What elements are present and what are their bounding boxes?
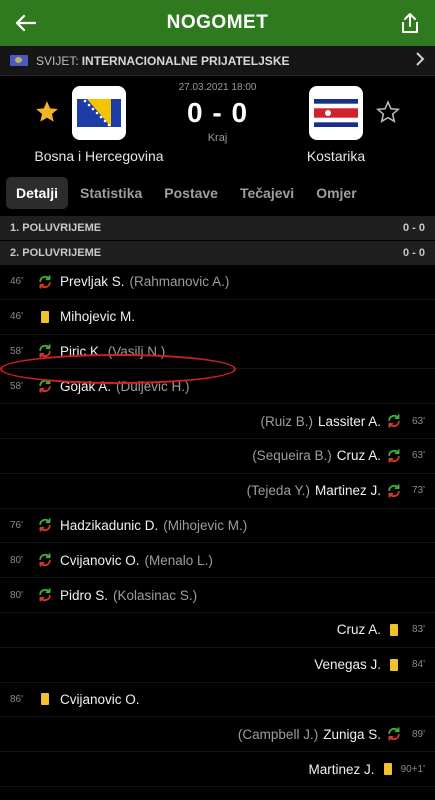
substitution-icon <box>38 275 52 289</box>
event-row[interactable]: (Ruiz B.) Lassiter A. 63' <box>0 404 435 439</box>
home-team-name: Bosna i Hercegovina <box>34 148 164 164</box>
event-minute: 63' <box>411 450 425 462</box>
event-row[interactable]: Cruz A. 83' <box>0 613 435 648</box>
tab-tecajevi[interactable]: Tečajevi <box>230 177 304 209</box>
event-player[interactable]: Mihojevic M. <box>60 309 135 324</box>
favorite-star-outline-icon[interactable] <box>375 99 401 130</box>
event-player[interactable]: Lassiter A. <box>318 414 381 429</box>
event-row[interactable]: 46' Mihojevic M. <box>0 300 435 335</box>
world-flag-icon <box>10 55 28 66</box>
substitution-icon <box>387 449 401 463</box>
event-player-out: (Kolasinac S.) <box>113 587 198 603</box>
event-minute: 90+1' <box>400 763 425 775</box>
chevron-right-icon <box>415 52 425 69</box>
substitution-icon <box>38 518 52 533</box>
first-half-header: 1. POLUVRIJEME 0 - 0 <box>0 216 435 240</box>
event-player[interactable]: Hadzikadunic D. <box>60 518 158 533</box>
second-half-score: 0 - 0 <box>402 247 425 259</box>
event-minute: 46' <box>10 311 24 323</box>
tab-detalji[interactable]: Detalji <box>6 177 69 209</box>
event-player[interactable]: Venegas J. <box>314 657 381 672</box>
league-row[interactable]: SVIJET: INTERNACIONALNE PRIJATELJSKE <box>0 46 435 76</box>
back-arrow-icon[interactable] <box>12 10 38 36</box>
event-player-out: (Mihojevic M.) <box>163 517 248 533</box>
event-row[interactable]: 76' Hadzikadunic D. (Mihojevic M.) <box>0 509 435 544</box>
event-minute: 86' <box>10 693 24 705</box>
event-row[interactable]: Venegas J. 84' <box>0 648 435 683</box>
tab-bar: Detalji Statistika Postave Tečajevi Omje… <box>0 171 435 215</box>
substitution-icon <box>387 414 401 428</box>
yellow-card-icon <box>387 658 401 672</box>
substitution-icon <box>387 483 401 498</box>
event-minute: 80' <box>10 589 24 601</box>
yellow-card-shape <box>383 763 392 776</box>
event-player[interactable]: Zuniga S. <box>323 727 381 742</box>
yellow-card-shape <box>390 623 398 636</box>
event-row[interactable]: 46' Prevljak S. (Rahmanovic A.) <box>0 265 435 300</box>
event-player-out: (Sequeira B.) <box>252 448 332 464</box>
yellow-card-shape <box>41 310 49 323</box>
substitution-icon <box>38 379 52 393</box>
event-player-out: (Ruiz B.) <box>260 413 313 429</box>
event-player-out: (Rahmanovic A.) <box>129 274 230 290</box>
event-row[interactable]: 80' Cvijanovic O. (Menalo L.) <box>0 543 435 579</box>
first-half-label: 1. POLUVRIJEME <box>10 222 102 234</box>
yellow-card-shape <box>41 693 49 706</box>
costa-rica-flag-icon <box>309 86 363 140</box>
event-row[interactable]: (Campbell J.) Zuniga S. 89' <box>0 717 435 753</box>
match-header: Bosna i Hercegovina 27.03.2021 18:00 0 -… <box>0 76 435 171</box>
tab-postave[interactable]: Postave <box>154 177 228 209</box>
home-team[interactable]: Bosna i Hercegovina <box>24 86 174 164</box>
tab-statistika[interactable]: Statistika <box>70 177 152 209</box>
page-title: NOGOMET <box>166 12 269 33</box>
substitution-icon <box>38 588 52 602</box>
event-minute: 63' <box>411 415 425 427</box>
event-player[interactable]: Pidro S. <box>60 588 108 603</box>
tab-omjer[interactable]: Omjer <box>306 177 366 209</box>
first-half-score: 0 - 0 <box>402 222 425 234</box>
share-icon[interactable] <box>397 10 423 36</box>
highlight-ellipse <box>0 354 236 384</box>
event-player[interactable]: Cvijanovic O. <box>60 692 140 707</box>
event-row[interactable]: (Tejeda Y.) Martinez J. 73' <box>0 474 435 509</box>
event-minute: 89' <box>411 728 425 740</box>
second-half-header: 2. POLUVRIJEME 0 - 0 <box>0 241 435 265</box>
event-player[interactable]: Cruz A. <box>337 448 381 463</box>
event-row[interactable]: Martinez J. 90+1' <box>0 752 435 787</box>
yellow-card-icon <box>381 762 395 776</box>
event-row[interactable]: (Sequeira B.) Cruz A. 63' <box>0 439 435 474</box>
event-list: 46' Prevljak S. (Rahmanovic A.) 46' Mihojevi… <box>0 265 435 787</box>
yellow-card-icon <box>38 310 52 324</box>
event-minute: 80' <box>10 554 24 566</box>
event-player[interactable]: Cruz A. <box>337 622 381 637</box>
event-player[interactable]: Prevljak S. <box>60 274 125 289</box>
league-country: SVIJET: <box>36 53 79 68</box>
event-minute: 58' <box>10 345 24 357</box>
yellow-card-icon <box>38 692 52 706</box>
event-minute: 58' <box>10 380 24 392</box>
event-minute: 46' <box>10 276 24 288</box>
event-player[interactable]: Martinez J. <box>309 762 375 777</box>
event-player-out: (Campbell J.) <box>237 726 319 742</box>
event-row[interactable]: 80' Pidro S. (Kolasinac S.) <box>0 578 435 613</box>
event-player[interactable]: Cvijanovic O. <box>60 553 140 568</box>
event-row[interactable]: 86' Cvijanovic O. <box>0 683 435 718</box>
substitution-icon <box>387 727 401 741</box>
top-bar: NOGOMET <box>0 0 435 46</box>
yellow-card-icon <box>387 623 401 637</box>
second-half-label: 2. POLUVRIJEME <box>10 247 102 259</box>
away-team-name: Kostarika <box>306 148 366 164</box>
event-player-out: (Menalo L.) <box>144 552 213 568</box>
yellow-card-shape <box>390 658 398 671</box>
bosnia-flag-icon <box>72 86 126 140</box>
event-player-out: (Tejeda Y.) <box>246 483 310 499</box>
substitution-icon <box>38 553 52 567</box>
event-player[interactable]: Martinez J. <box>315 483 381 498</box>
event-minute: 83' <box>411 624 425 636</box>
league-competition: INTERNACIONALNE PRIJATELJSKE <box>81 53 290 68</box>
event-minute: 84' <box>411 659 425 671</box>
event-minute: 73' <box>411 485 425 497</box>
event-minute: 76' <box>10 519 24 531</box>
